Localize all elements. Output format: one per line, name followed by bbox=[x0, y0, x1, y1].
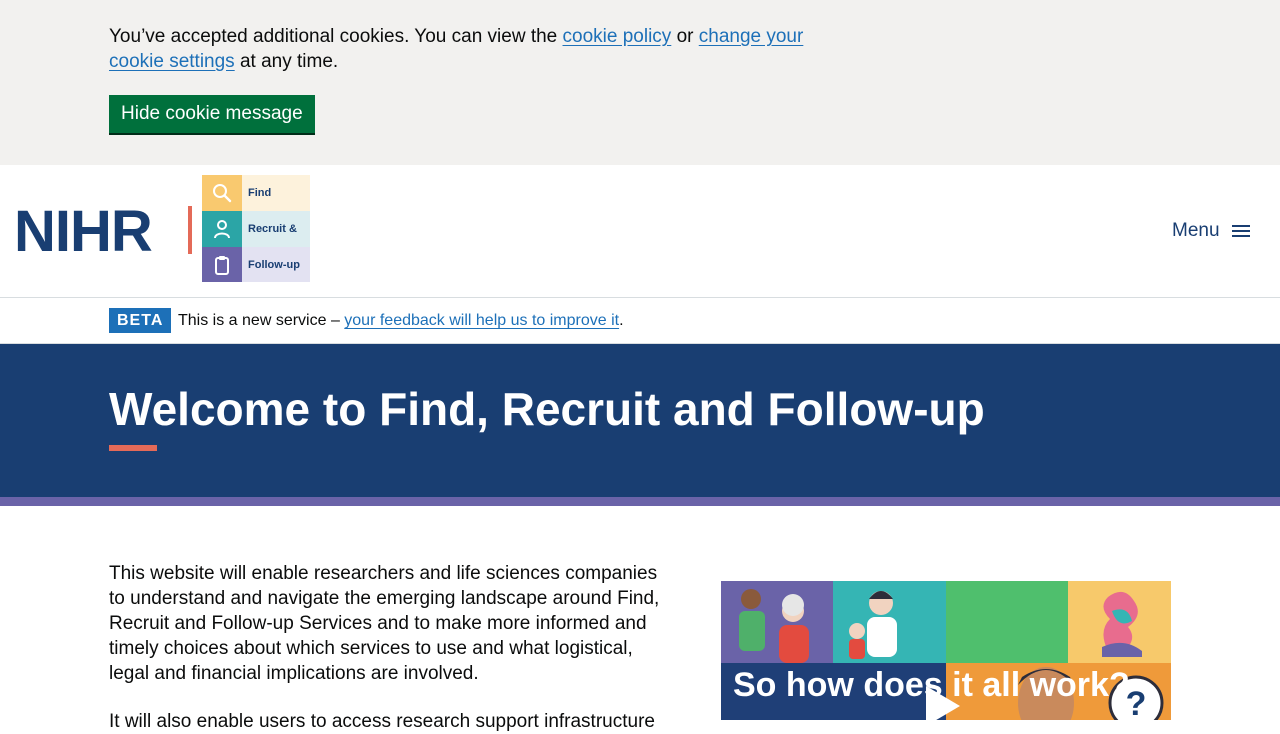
hide-cookie-message-button[interactable]: Hide cookie message bbox=[109, 95, 315, 135]
second-paragraph: It will also enable users to access rese… bbox=[109, 711, 655, 732]
cookie-text-or: or bbox=[671, 26, 699, 47]
clipboard-icon bbox=[202, 247, 242, 282]
cookie-policy-link[interactable]: cookie policy bbox=[563, 26, 672, 47]
logo-divider bbox=[188, 206, 192, 254]
cookie-text-end: at any time. bbox=[234, 51, 339, 72]
logo-row-followup: Follow-up bbox=[202, 247, 310, 282]
beta-message: This is a new service – your feedback wi… bbox=[178, 310, 624, 331]
site-header: NIHR Find Recruit & Follow-up Menu bbox=[0, 165, 1280, 298]
logo-row-find: Find bbox=[202, 175, 310, 211]
cookie-banner: You’ve accepted additional cookies. You … bbox=[0, 0, 1280, 165]
beta-text: This is a new service – bbox=[178, 312, 345, 329]
title-accent-bar bbox=[109, 445, 157, 451]
nihr-logo[interactable]: NIHR bbox=[14, 201, 153, 263]
logo-row-recruit: Recruit & bbox=[202, 211, 310, 247]
service-logo[interactable]: Find Recruit & Follow-up bbox=[202, 175, 310, 282]
logo-label-followup: Follow-up bbox=[248, 259, 300, 271]
menu-button[interactable]: Menu bbox=[1172, 217, 1252, 245]
menu-label: Menu bbox=[1172, 220, 1220, 241]
beta-suffix: . bbox=[619, 312, 624, 329]
beta-tag: BETA bbox=[109, 308, 172, 333]
illustration-tile-yellow bbox=[1068, 581, 1171, 663]
page-title: Welcome to Find, Recruit and Follow-up bbox=[109, 383, 985, 435]
feedback-link[interactable]: your feedback will help us to improve it bbox=[344, 312, 619, 329]
search-icon bbox=[202, 175, 242, 211]
hamburger-icon bbox=[1230, 222, 1252, 240]
illustration-tile-green bbox=[946, 581, 1068, 663]
hero-banner: Welcome to Find, Recruit and Follow-up bbox=[0, 344, 1280, 497]
illustration-tile-purple bbox=[721, 581, 833, 663]
cookie-text-start: You’ve accepted additional cookies. You … bbox=[109, 26, 563, 47]
cookie-message: You’ve accepted additional cookies. You … bbox=[109, 24, 829, 74]
hero-stripe bbox=[0, 497, 1280, 506]
intro-paragraph: This website will enable researchers and… bbox=[109, 563, 660, 684]
illustration-tile-teal bbox=[833, 581, 946, 663]
play-icon[interactable] bbox=[926, 686, 960, 720]
logo-label-recruit: Recruit & bbox=[248, 223, 297, 235]
phase-banner: BETA This is a new service – your feedba… bbox=[0, 298, 1280, 344]
logo-label-find: Find bbox=[248, 187, 272, 199]
video-thumbnail[interactable]: ? So how does it all work? bbox=[721, 581, 1171, 720]
person-icon bbox=[202, 211, 242, 247]
